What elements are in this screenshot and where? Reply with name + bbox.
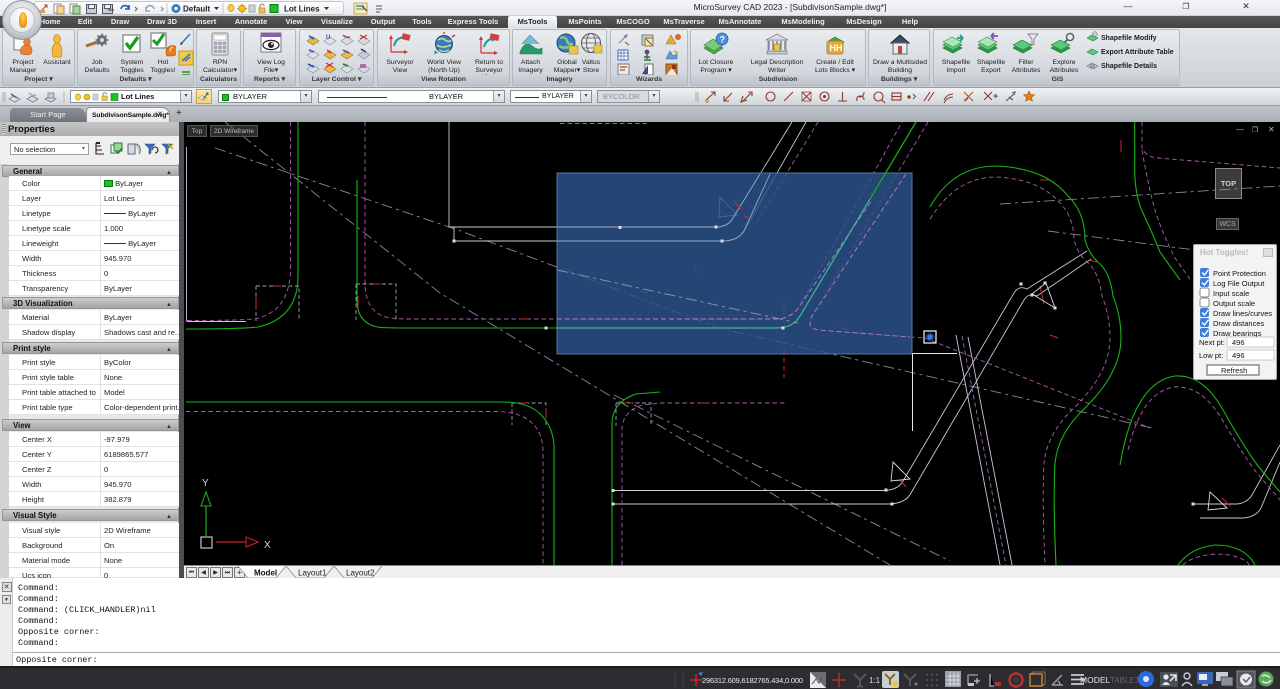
svg-text:Lot Lines: Lot Lines	[284, 5, 320, 14]
svg-text:TABLET: TABLET	[1110, 676, 1140, 685]
svg-text:Default: Default	[183, 5, 210, 14]
svg-text:Low pt:: Low pt:	[1199, 351, 1223, 360]
svg-text:X: X	[264, 540, 271, 551]
svg-text:Input scale: Input scale	[1213, 289, 1249, 298]
svg-text:Output scale: Output scale	[1213, 299, 1255, 308]
svg-text:Next pt:: Next pt:	[1199, 338, 1225, 347]
svg-text:Refresh: Refresh	[1221, 366, 1247, 375]
svg-text:Model: Model	[254, 569, 277, 578]
svg-text:Draw bearings: Draw bearings	[1213, 329, 1262, 338]
svg-text:MODEL: MODEL	[1080, 675, 1111, 685]
svg-text:496: 496	[1232, 351, 1245, 360]
svg-text:U: U	[326, 35, 330, 41]
svg-text:Layout2: Layout2	[346, 569, 375, 578]
svg-text:?: ?	[720, 35, 726, 45]
svg-text:Point Protection: Point Protection	[1213, 269, 1266, 278]
svg-text:HH: HH	[830, 43, 843, 53]
svg-text:Draw distances: Draw distances	[1213, 319, 1265, 328]
svg-text:1:1: 1:1	[869, 676, 881, 685]
svg-text:496: 496	[1232, 338, 1245, 347]
svg-text:Log File Output: Log File Output	[1213, 279, 1265, 288]
svg-text:Draw lines/curves: Draw lines/curves	[1213, 309, 1272, 318]
svg-text:Layout1: Layout1	[298, 569, 327, 578]
svg-text:Y: Y	[202, 478, 209, 489]
